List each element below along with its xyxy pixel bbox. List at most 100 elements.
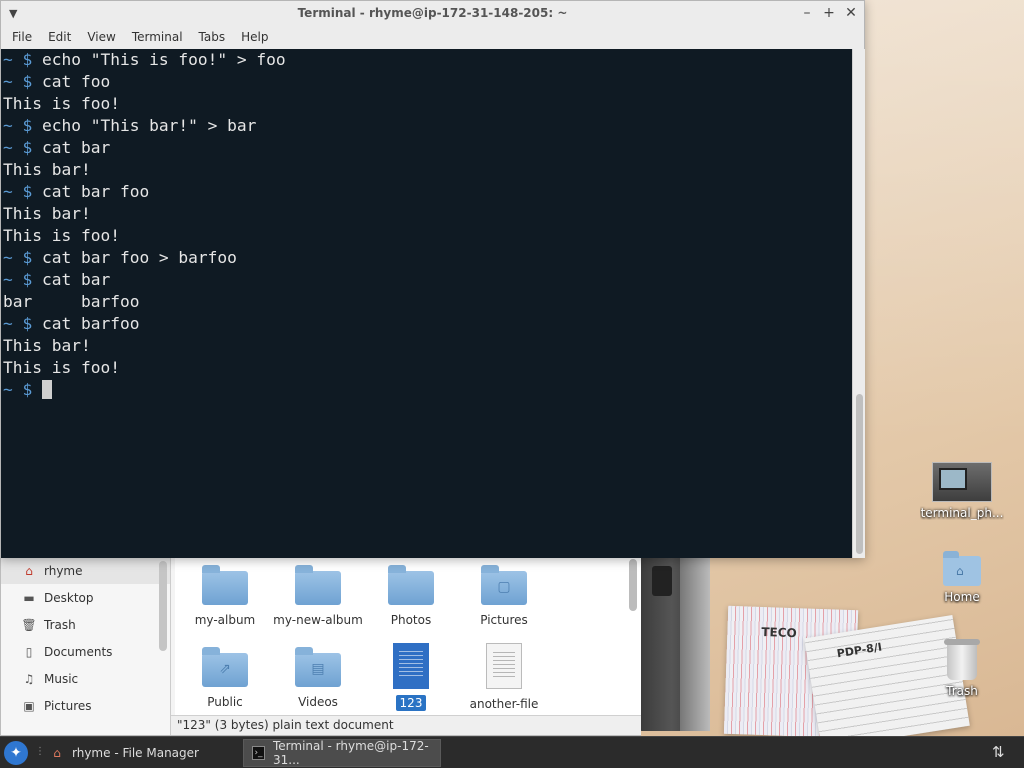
sidebar-item-label: Desktop	[44, 590, 94, 605]
public-folder-icon: ⇗	[202, 647, 248, 687]
file-item-pictures[interactable]: ▢ Pictures	[456, 565, 552, 627]
terminal-scrollbar-thumb[interactable]	[856, 394, 863, 554]
terminal-line: This bar!	[1, 335, 852, 357]
menu-terminal[interactable]: Terminal	[124, 26, 191, 49]
file-item-label: Pictures	[480, 613, 528, 627]
terminal-window: ▼ Terminal - rhyme@ip-172-31-148-205: ~ …	[0, 0, 865, 558]
home-icon: ⌂	[25, 563, 33, 578]
menu-help[interactable]: Help	[233, 26, 276, 49]
taskbar-item-label: Terminal - rhyme@ip-172-31...	[272, 739, 429, 767]
terminal-cursor	[41, 380, 52, 399]
terminal-output[interactable]: ~ $ echo "This is foo!" > foo ~ $ cat fo…	[1, 49, 852, 558]
minimize-icon[interactable]: –	[798, 4, 816, 22]
sidebar-item-label: Pictures	[44, 698, 92, 713]
menu-file[interactable]: File	[4, 26, 40, 49]
terminal-line-text: This bar!	[3, 204, 91, 223]
terminal-prompt: ~ $	[3, 182, 42, 201]
file-item-another-file[interactable]: another-file	[456, 643, 552, 711]
terminal-prompt: ~ $	[3, 314, 42, 333]
terminal-line: bar barfoo	[1, 291, 852, 313]
sidebar-item-music[interactable]: ♫ Music	[1, 665, 170, 692]
terminal-line-text: cat bar	[41, 138, 111, 157]
file-item-123[interactable]: 123	[363, 643, 459, 711]
sidebar-item-rhyme[interactable]: ⌂ rhyme	[1, 557, 170, 584]
terminal-line: This bar!	[1, 159, 852, 181]
desktop-icon-trash[interactable]: Trash	[920, 639, 1004, 698]
menu-tabs[interactable]: Tabs	[191, 26, 234, 49]
trash-icon: 🗑	[21, 617, 37, 632]
terminal-line-text: cat bar foo	[41, 182, 150, 201]
file-item-videos[interactable]: ▤ Videos	[270, 647, 366, 709]
booklet-label: TECO	[761, 624, 797, 641]
file-manager-sidebar: ⌂ rhyme ▬ Desktop 🗑 Trash ▯ Documents ♫ …	[1, 557, 171, 735]
trash-icon	[944, 639, 980, 680]
terminal-line: ~ $ cat bar foo	[1, 181, 852, 203]
terminal-titlebar[interactable]: ▼ Terminal - rhyme@ip-172-31-148-205: ~ …	[1, 1, 864, 26]
terminal-line: ~ $ cat barfoo	[1, 313, 852, 335]
terminal-line: ~ $ cat bar	[1, 137, 852, 159]
terminal-line-text: cat barfoo	[41, 314, 140, 333]
terminal-line: ~ $ cat bar foo > barfoo	[1, 247, 852, 269]
terminal-line-text: bar barfoo	[3, 292, 140, 311]
terminal-prompt: ~ $	[3, 50, 42, 69]
sidebar-item-label: Documents	[44, 644, 113, 659]
file-item-public[interactable]: ⇗ Public	[177, 647, 273, 709]
close-icon[interactable]: ✕	[842, 4, 860, 22]
terminal-line: ~ $ echo "This is foo!" > foo	[1, 49, 852, 71]
sidebar-item-trash[interactable]: 🗑 Trash	[1, 611, 170, 638]
sidebar-item-label: rhyme	[44, 563, 83, 578]
terminal-line-text: This is foo!	[3, 94, 120, 113]
file-item-photos[interactable]: Photos	[363, 565, 459, 627]
desktop-icon: ▬	[23, 590, 35, 605]
image-file-icon	[932, 462, 992, 502]
desktop-icon-label: Home	[944, 590, 980, 604]
file-item-my-album[interactable]: my-album	[177, 565, 273, 627]
sidebar-item-pictures[interactable]: ▣ Pictures	[1, 692, 170, 719]
taskbar-item-terminal[interactable]: ›_ Terminal - rhyme@ip-172-31...	[243, 739, 441, 767]
terminal-line-text: echo "This is foo!" > foo	[41, 50, 286, 69]
home-folder-icon: ⌂	[943, 551, 981, 586]
taskbar-item-label: rhyme - File Manager	[72, 746, 199, 760]
network-icon[interactable]: ⇅	[992, 743, 1005, 761]
desktop-icon-terminal-photo[interactable]: terminal_ph...	[920, 462, 1004, 520]
menu-edit[interactable]: Edit	[40, 26, 79, 49]
booklet-label-2: PDP-8/I	[835, 640, 883, 661]
terminal-prompt: ~ $	[3, 138, 42, 157]
terminal-input-line[interactable]: ~ $	[1, 379, 852, 401]
taskbar-item-file-manager[interactable]: ⌂ rhyme - File Manager	[42, 739, 242, 767]
sidebar-scrollbar[interactable]	[159, 561, 167, 651]
icon-view-scrollbar[interactable]	[629, 559, 637, 611]
videos-folder-icon: ▤	[295, 647, 341, 687]
file-item-my-new-album[interactable]: my-new-album	[270, 565, 366, 627]
taskbar: ✦ ⋮ ⌂ rhyme - File Manager ›_ Terminal -…	[0, 736, 1024, 768]
documents-icon: ▯	[25, 644, 33, 659]
folder-icon	[295, 565, 341, 605]
file-item-label: Public	[207, 695, 243, 709]
sidebar-item-label: Trash	[44, 617, 76, 632]
terminal-line-text: echo "This bar!" > bar	[41, 116, 257, 135]
file-item-label: Photos	[390, 613, 432, 627]
terminal-prompt: ~ $	[3, 116, 42, 135]
desktop-icon-label: Trash	[946, 684, 978, 698]
sidebar-item-documents[interactable]: ▯ Documents	[1, 638, 170, 665]
pictures-icon: ▣	[23, 698, 35, 713]
maximize-icon[interactable]: +	[820, 4, 838, 22]
home-icon: ⌂	[53, 746, 61, 760]
desktop-icon-home[interactable]: ⌂ Home	[920, 551, 1004, 604]
file-manager-icon-view: my-album my-new-album Photos ▢ Pictures …	[175, 557, 641, 715]
terminal-scrollbar[interactable]	[852, 49, 865, 558]
terminal-icon: ›_	[252, 746, 265, 760]
wallpaper-computer	[640, 556, 710, 731]
menu-view[interactable]: View	[79, 26, 123, 49]
sidebar-item-desktop[interactable]: ▬ Desktop	[1, 584, 170, 611]
terminal-line: ~ $ cat bar	[1, 269, 852, 291]
terminal-line: This is foo!	[1, 93, 852, 115]
whisker-menu-icon[interactable]: ✦	[4, 741, 28, 765]
desktop-icon-label: terminal_ph...	[920, 506, 1004, 520]
terminal-line-text: This bar!	[3, 336, 91, 355]
pictures-folder-icon: ▢	[481, 565, 527, 605]
terminal-line: This is foo!	[1, 357, 852, 379]
folder-icon	[202, 565, 248, 605]
sidebar-item-label: Music	[44, 671, 79, 686]
file-item-label: another-file	[469, 697, 539, 711]
